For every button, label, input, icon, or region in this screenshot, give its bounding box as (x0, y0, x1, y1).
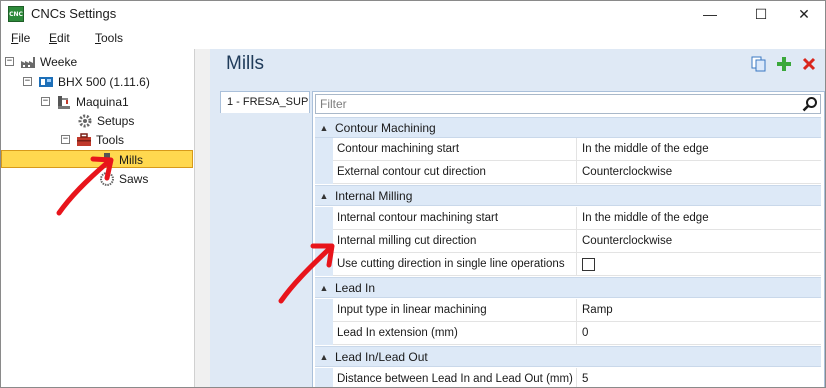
property-row[interactable]: Internal milling cut direction Countercl… (315, 229, 821, 253)
tab-fresa-sup[interactable]: 1 - FRESA_SUP (220, 91, 310, 113)
window-title: CNCs Settings (31, 6, 117, 21)
cnc-machine-icon (56, 94, 72, 110)
row-gutter (315, 206, 333, 230)
collapse-chevron-icon[interactable]: ▲ (315, 283, 333, 293)
row-gutter (315, 137, 333, 161)
row-gutter (315, 298, 333, 322)
property-row[interactable]: External contour cut direction Countercl… (315, 160, 821, 184)
property-value[interactable]: 5 (577, 368, 821, 388)
machine-icon (38, 74, 54, 90)
cutting-direction-checkbox[interactable] (582, 257, 595, 271)
row-gutter (315, 321, 333, 345)
settings-tree: − Weeke − BHX 500 (1.11.6) − Maquina1 Se… (1, 49, 210, 387)
tree-node-saws[interactable]: Saws (99, 169, 148, 188)
close-button[interactable]: ✕ (781, 1, 825, 27)
collapse-icon[interactable]: − (61, 135, 70, 144)
tree-node-label: Saws (119, 171, 149, 186)
property-row[interactable]: Lead In extension (mm) 0 (315, 321, 821, 345)
collapse-chevron-icon[interactable]: ▲ (315, 123, 333, 133)
gear-icon (77, 113, 93, 129)
category-lead-in-lead-out[interactable]: ▲ Lead In/Lead Out (315, 346, 821, 367)
menu-bar: File Edit Tools (1, 27, 825, 49)
menu-tools[interactable]: Tools (95, 31, 123, 45)
panel-splitter[interactable] (194, 49, 210, 387)
toolbox-icon (76, 132, 92, 148)
property-value[interactable]: 0 (577, 322, 821, 345)
app-icon: CNC (8, 6, 24, 22)
copy-icon[interactable] (750, 55, 768, 73)
property-row[interactable]: Internal contour machining start In the … (315, 206, 821, 230)
collapse-icon[interactable]: − (23, 77, 32, 86)
panel-header: Mills (210, 49, 825, 80)
property-row[interactable]: Input type in linear machining Ramp (315, 298, 821, 322)
category-internal-milling[interactable]: ▲ Internal Milling (315, 185, 821, 206)
delete-icon[interactable] (800, 55, 818, 73)
tree-node-maquina1[interactable]: − Maquina1 (41, 92, 129, 111)
tab-strip (218, 89, 312, 387)
property-name: Use cutting direction in single line ope… (333, 252, 577, 276)
mill-icon (99, 152, 115, 168)
add-icon[interactable] (775, 55, 793, 73)
collapse-icon[interactable]: − (41, 97, 50, 106)
property-value[interactable]: Ramp (577, 299, 821, 322)
minimize-button[interactable]: — (687, 1, 733, 27)
property-value[interactable]: In the middle of the edge (577, 138, 821, 161)
filter-box (315, 94, 821, 114)
category-label: Lead In/Lead Out (335, 349, 428, 364)
property-value[interactable]: In the middle of the edge (577, 207, 821, 230)
property-value[interactable]: Counterclockwise (577, 230, 821, 253)
property-row[interactable]: Distance between Lead In and Lead Out (m… (315, 367, 821, 388)
tree-node-label: Setups (97, 113, 135, 128)
tree-node-label: BHX 500 (1.11.6) (58, 74, 150, 89)
menu-edit[interactable]: Edit (49, 31, 70, 45)
property-row[interactable]: Use cutting direction in single line ope… (315, 252, 821, 276)
property-name: Internal contour machining start (333, 206, 577, 230)
tree-node-setups[interactable]: Setups (77, 111, 134, 130)
category-label: Internal Milling (335, 188, 413, 203)
row-gutter (315, 252, 333, 276)
property-value-checkbox-cell (577, 253, 821, 276)
property-name: Contour machining start (333, 137, 577, 161)
collapse-chevron-icon[interactable]: ▲ (315, 191, 333, 201)
category-label: Contour Machining (335, 120, 436, 135)
property-name: Lead In extension (mm) (333, 321, 577, 345)
tree-node-mills[interactable]: Mills (99, 150, 143, 169)
filter-input[interactable] (316, 95, 786, 113)
tree-node-tools[interactable]: − Tools (61, 130, 124, 149)
property-name: Input type in linear machining (333, 298, 577, 322)
saw-icon (99, 171, 115, 187)
row-gutter (315, 160, 333, 184)
search-icon[interactable] (802, 96, 818, 112)
tree-node-label: Tools (96, 132, 125, 147)
category-label: Lead In (335, 280, 376, 295)
properties-panel: Mills 1 - FRESA_SUP ▲ (210, 49, 825, 388)
category-lead-in[interactable]: ▲ Lead In (315, 277, 821, 298)
tree-node-label: Mills (119, 152, 143, 167)
title-bar: CNC CNCs Settings — ☐ ✕ (1, 1, 825, 27)
row-gutter (315, 367, 333, 387)
collapse-icon[interactable]: − (5, 57, 14, 66)
property-grid: ▲ Contour Machining Contour machining st… (312, 91, 825, 388)
category-contour-machining[interactable]: ▲ Contour Machining (315, 117, 821, 138)
row-gutter (315, 229, 333, 253)
factory-icon (20, 54, 36, 70)
property-name: Distance between Lead In and Lead Out (m… (333, 367, 577, 387)
property-name: Internal milling cut direction (333, 229, 577, 253)
collapse-chevron-icon[interactable]: ▲ (315, 352, 333, 362)
tree-selection-highlight (1, 150, 193, 168)
menu-file[interactable]: File (11, 31, 30, 45)
property-value[interactable]: Counterclockwise (577, 161, 821, 184)
maximize-button[interactable]: ☐ (738, 1, 784, 27)
tree-node-bhx500[interactable]: − BHX 500 (1.11.6) (23, 72, 150, 91)
panel-title: Mills (226, 53, 264, 74)
settings-window: CNC CNCs Settings — ☐ ✕ File Edit Tools … (0, 0, 826, 388)
tree-node-label: Weeke (40, 54, 78, 69)
tree-node-weeke[interactable]: − Weeke (5, 52, 77, 71)
property-row[interactable]: Contour machining start In the middle of… (315, 137, 821, 161)
tree-node-label: Maquina1 (76, 94, 129, 109)
property-name: External contour cut direction (333, 160, 577, 184)
